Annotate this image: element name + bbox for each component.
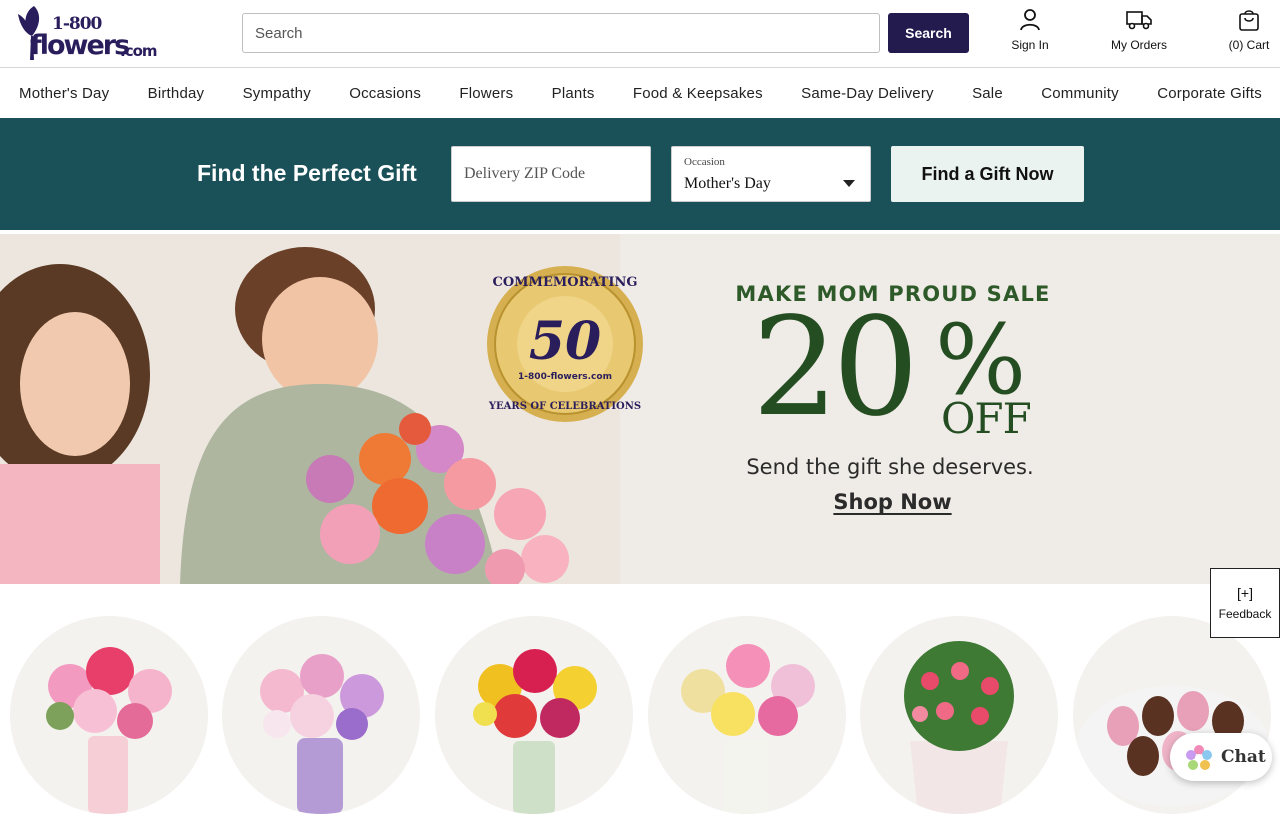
logo-flowers-text: flowers bbox=[30, 30, 130, 61]
product-card[interactable] bbox=[860, 616, 1058, 814]
bright-bouquet-image bbox=[473, 649, 597, 814]
pink-bouquet-image bbox=[46, 647, 172, 814]
cart-link[interactable]: (0) Cart bbox=[1222, 8, 1276, 52]
occasion-label: Occasion bbox=[684, 156, 725, 168]
feedback-tab[interactable]: [+] Feedback bbox=[1210, 568, 1280, 638]
nav-item-sympathy[interactable]: Sympathy bbox=[243, 85, 311, 102]
nav-item-occasions[interactable]: Occasions bbox=[349, 85, 421, 102]
product-card[interactable] bbox=[648, 616, 846, 814]
search-input[interactable] bbox=[242, 13, 880, 53]
anniversary-seal: COMMEMORATING 50 1-800-flowers.com YEARS… bbox=[485, 264, 645, 429]
site-header: 1-800 flowers .com Search Sign In My Ord… bbox=[0, 0, 1280, 68]
cart-label: (0) Cart bbox=[1228, 38, 1270, 52]
caret-down-icon bbox=[843, 180, 855, 187]
seal-bottom-text: YEARS OF CELEBRATIONS bbox=[488, 401, 641, 412]
promo-subtitle: Send the gift she deserves. bbox=[746, 455, 1034, 479]
nav-item-mothers-day[interactable]: Mother's Day bbox=[19, 85, 109, 102]
seal-top-text: COMMEMORATING bbox=[493, 275, 638, 290]
nav-item-food-keepsakes[interactable]: Food & Keepsakes bbox=[633, 85, 763, 102]
hero-banner[interactable]: COMMEMORATING 50 1-800-flowers.com YEARS… bbox=[0, 234, 1280, 584]
seal-brand-text: 1-800-flowers.com bbox=[518, 372, 612, 382]
chocolate-strawberries-image bbox=[1077, 686, 1269, 806]
rose-plant-image bbox=[904, 641, 1014, 814]
product-card[interactable] bbox=[435, 616, 633, 814]
lily-bouquet-image bbox=[681, 644, 815, 814]
brand-logo[interactable]: 1-800 flowers .com bbox=[8, 4, 158, 64]
sign-in-label: Sign In bbox=[1011, 38, 1049, 52]
user-icon bbox=[1020, 9, 1040, 31]
chat-label: Chat bbox=[1221, 747, 1266, 767]
occasion-value: Mother's Day bbox=[684, 175, 771, 192]
shop-now-link[interactable]: Shop Now bbox=[700, 490, 1085, 514]
find-gift-button[interactable]: Find a Gift Now bbox=[891, 146, 1084, 202]
feedback-label: Feedback bbox=[1218, 607, 1272, 621]
nav-item-community[interactable]: Community bbox=[1041, 85, 1119, 102]
my-orders-link[interactable]: My Orders bbox=[1100, 8, 1178, 52]
main-nav: Mother's Day Birthday Sympathy Occasions… bbox=[0, 68, 1280, 118]
product-card[interactable] bbox=[222, 616, 420, 814]
gift-finder-title: Find the Perfect Gift bbox=[197, 160, 417, 186]
nav-item-corporate-gifts[interactable]: Corporate Gifts bbox=[1157, 85, 1262, 102]
nav-item-same-day-delivery[interactable]: Same-Day Delivery bbox=[801, 85, 934, 102]
nav-item-birthday[interactable]: Birthday bbox=[148, 85, 205, 102]
nav-item-plants[interactable]: Plants bbox=[552, 85, 595, 102]
gift-finder-band: Find the Perfect Gift Occasion Mother's … bbox=[0, 118, 1280, 230]
chat-flower-icon bbox=[1186, 745, 1212, 770]
logo-com-text: .com bbox=[120, 42, 158, 60]
nav-item-sale[interactable]: Sale bbox=[972, 85, 1003, 102]
chat-button[interactable]: Chat bbox=[1170, 733, 1272, 781]
promo-off-text: OFF bbox=[941, 394, 1032, 443]
product-carousel bbox=[0, 584, 1280, 814]
shopping-bag-icon bbox=[1239, 10, 1259, 31]
product-card[interactable] bbox=[1073, 616, 1271, 814]
product-card[interactable] bbox=[10, 616, 208, 814]
search-button[interactable]: Search bbox=[888, 13, 969, 53]
occasion-select[interactable]: Occasion Mother's Day bbox=[671, 146, 871, 202]
seal-number-text: 50 bbox=[529, 311, 601, 372]
zip-code-input[interactable] bbox=[451, 146, 651, 202]
my-orders-label: My Orders bbox=[1110, 38, 1167, 52]
lavender-bouquet-image bbox=[260, 654, 384, 814]
nav-item-flowers[interactable]: Flowers bbox=[459, 85, 513, 102]
promo-discount-number: 20 bbox=[752, 289, 919, 447]
50-years-seal-icon: COMMEMORATING 50 1-800-flowers.com YEARS… bbox=[487, 266, 643, 422]
truck-icon bbox=[1126, 11, 1152, 30]
sign-in-link[interactable]: Sign In bbox=[1000, 8, 1060, 52]
feedback-plus-icon: [+] bbox=[1237, 585, 1253, 601]
